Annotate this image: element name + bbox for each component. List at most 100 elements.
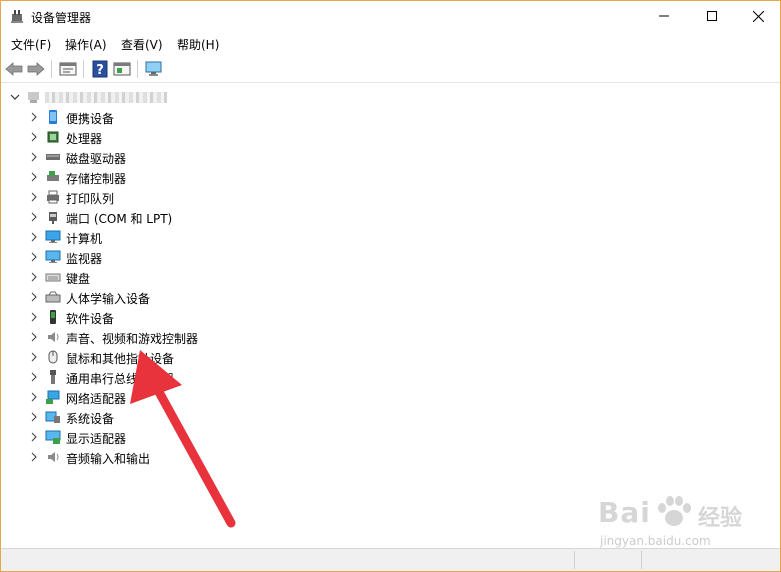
chevron-right-icon[interactable] bbox=[29, 432, 39, 442]
chevron-right-icon[interactable] bbox=[29, 452, 39, 462]
tree-item[interactable]: 监视器 bbox=[1, 247, 401, 267]
software-device-icon bbox=[45, 309, 61, 325]
help-button[interactable]: ? bbox=[90, 59, 110, 79]
chevron-right-icon[interactable] bbox=[29, 252, 39, 262]
storage-controller-icon bbox=[45, 169, 61, 185]
maximize-icon bbox=[707, 11, 717, 21]
hid-icon bbox=[45, 289, 61, 305]
view-icon bbox=[113, 62, 131, 76]
tree-item-label: 软件设备 bbox=[66, 312, 115, 326]
device-manager-window: 设备管理器 文件(F) 操作(A) 查看(V) 帮助(H) ? 便携设备 处理器… bbox=[0, 0, 781, 572]
tree-item-label: 存储控制器 bbox=[66, 172, 127, 186]
tree-item[interactable]: 磁盘驱动器 bbox=[1, 147, 401, 167]
portable-device-icon bbox=[45, 109, 61, 125]
tree-item[interactable]: 音频输入和输出 bbox=[1, 447, 401, 467]
toolbar-separator bbox=[137, 60, 138, 78]
chevron-right-icon[interactable] bbox=[29, 112, 39, 122]
chevron-right-icon[interactable] bbox=[29, 192, 39, 202]
status-segment bbox=[641, 551, 642, 569]
tree-root-computer[interactable] bbox=[1, 87, 301, 107]
usb-icon bbox=[45, 369, 61, 385]
tree-item[interactable]: 键盘 bbox=[1, 267, 401, 287]
menu-file[interactable]: 文件(F) bbox=[11, 36, 51, 53]
title-bar[interactable]: 设备管理器 bbox=[1, 1, 780, 31]
computer-icon bbox=[45, 229, 61, 245]
network-adapter-icon bbox=[45, 389, 61, 405]
tree-item-label: 鼠标和其他指针设备 bbox=[66, 352, 175, 366]
tree-item[interactable]: 显示适配器 bbox=[1, 427, 401, 447]
chevron-right-icon[interactable] bbox=[29, 372, 39, 382]
chevron-down-icon[interactable] bbox=[10, 92, 20, 102]
keyboard-icon bbox=[45, 269, 61, 285]
computer-name-redacted bbox=[45, 92, 167, 103]
minimize-button[interactable] bbox=[641, 1, 687, 31]
device-manager-app-icon bbox=[9, 8, 25, 24]
tree-item[interactable]: 鼠标和其他指针设备 bbox=[1, 347, 401, 367]
chevron-right-icon[interactable] bbox=[29, 152, 39, 162]
display-adapter-icon bbox=[45, 429, 61, 445]
tree-item-label: 端口 (COM 和 LPT) bbox=[66, 212, 173, 226]
svg-text:?: ? bbox=[96, 63, 104, 78]
port-icon bbox=[45, 209, 61, 225]
chevron-right-icon[interactable] bbox=[29, 332, 39, 342]
properties-button[interactable] bbox=[58, 59, 78, 79]
tree-item[interactable]: 处理器 bbox=[1, 127, 401, 147]
tree-item[interactable]: 通用串行总线控制器 bbox=[1, 367, 401, 387]
tree-item[interactable]: 网络适配器 bbox=[1, 387, 401, 407]
tree-item-label: 通用串行总线控制器 bbox=[66, 372, 175, 386]
tree-item[interactable]: 人体学输入设备 bbox=[1, 287, 401, 307]
tree-item[interactable]: 便携设备 bbox=[1, 107, 401, 127]
menu-action[interactable]: 操作(A) bbox=[65, 36, 107, 53]
back-icon bbox=[5, 62, 23, 76]
minimize-icon bbox=[659, 15, 669, 17]
tree-item[interactable]: 软件设备 bbox=[1, 307, 401, 327]
tree-item-label: 键盘 bbox=[66, 272, 91, 286]
tree-item-label: 计算机 bbox=[66, 232, 103, 246]
chevron-right-icon[interactable] bbox=[29, 412, 39, 422]
close-button[interactable] bbox=[735, 1, 780, 31]
audio-io-icon bbox=[45, 449, 61, 465]
chevron-right-icon[interactable] bbox=[29, 132, 39, 142]
baidu-jingyan-watermark: Bai 经验 jingyan.baidu.com bbox=[596, 492, 756, 552]
tree-item-label: 处理器 bbox=[66, 132, 103, 146]
status-segment bbox=[574, 551, 575, 569]
system-device-icon bbox=[45, 409, 61, 425]
chevron-right-icon[interactable] bbox=[29, 292, 39, 302]
chevron-right-icon[interactable] bbox=[29, 312, 39, 322]
menu-help[interactable]: 帮助(H) bbox=[177, 36, 219, 53]
watermark-jingyan: 经验 bbox=[698, 506, 743, 531]
maximize-button[interactable] bbox=[689, 1, 735, 31]
tree-item[interactable]: 打印队列 bbox=[1, 187, 401, 207]
chevron-right-icon[interactable] bbox=[29, 272, 39, 282]
close-icon bbox=[752, 10, 764, 22]
tree-item-label: 显示适配器 bbox=[66, 432, 127, 446]
disk-drive-icon bbox=[45, 149, 61, 165]
tree-item[interactable]: 端口 (COM 和 LPT) bbox=[1, 207, 401, 227]
watermark-url: jingyan.baidu.com bbox=[600, 534, 711, 548]
speaker-icon bbox=[45, 329, 61, 345]
tree-item-label: 便携设备 bbox=[66, 112, 115, 126]
tree-item[interactable]: 计算机 bbox=[1, 227, 401, 247]
paw-logo-icon bbox=[658, 496, 691, 526]
chevron-right-icon[interactable] bbox=[29, 212, 39, 222]
tree-item-label: 打印队列 bbox=[66, 192, 115, 206]
tree-item[interactable]: 存储控制器 bbox=[1, 167, 401, 187]
monitor-scan-icon bbox=[145, 61, 162, 76]
chevron-right-icon[interactable] bbox=[29, 352, 39, 362]
computer-root-icon bbox=[26, 89, 42, 105]
tree-item[interactable]: 声音、视频和游戏控制器 bbox=[1, 327, 401, 347]
device-tree: 便携设备处理器 磁盘驱动器存储控制器打印队列端口 (COM 和 LPT) 计算机监视… bbox=[1, 83, 780, 547]
chevron-right-icon[interactable] bbox=[29, 172, 39, 182]
view-button[interactable] bbox=[112, 59, 132, 79]
chevron-right-icon[interactable] bbox=[29, 392, 39, 402]
mouse-icon bbox=[45, 349, 61, 365]
tree-item-label: 网络适配器 bbox=[66, 392, 127, 406]
chevron-right-icon[interactable] bbox=[29, 232, 39, 242]
scan-hardware-button[interactable] bbox=[144, 59, 164, 79]
back-button[interactable] bbox=[4, 59, 24, 79]
tree-item-label: 监视器 bbox=[66, 252, 103, 266]
printer-icon bbox=[45, 189, 61, 205]
menu-view[interactable]: 查看(V) bbox=[121, 36, 163, 53]
tree-item[interactable]: 系统设备 bbox=[1, 407, 401, 427]
forward-button[interactable] bbox=[26, 59, 46, 79]
